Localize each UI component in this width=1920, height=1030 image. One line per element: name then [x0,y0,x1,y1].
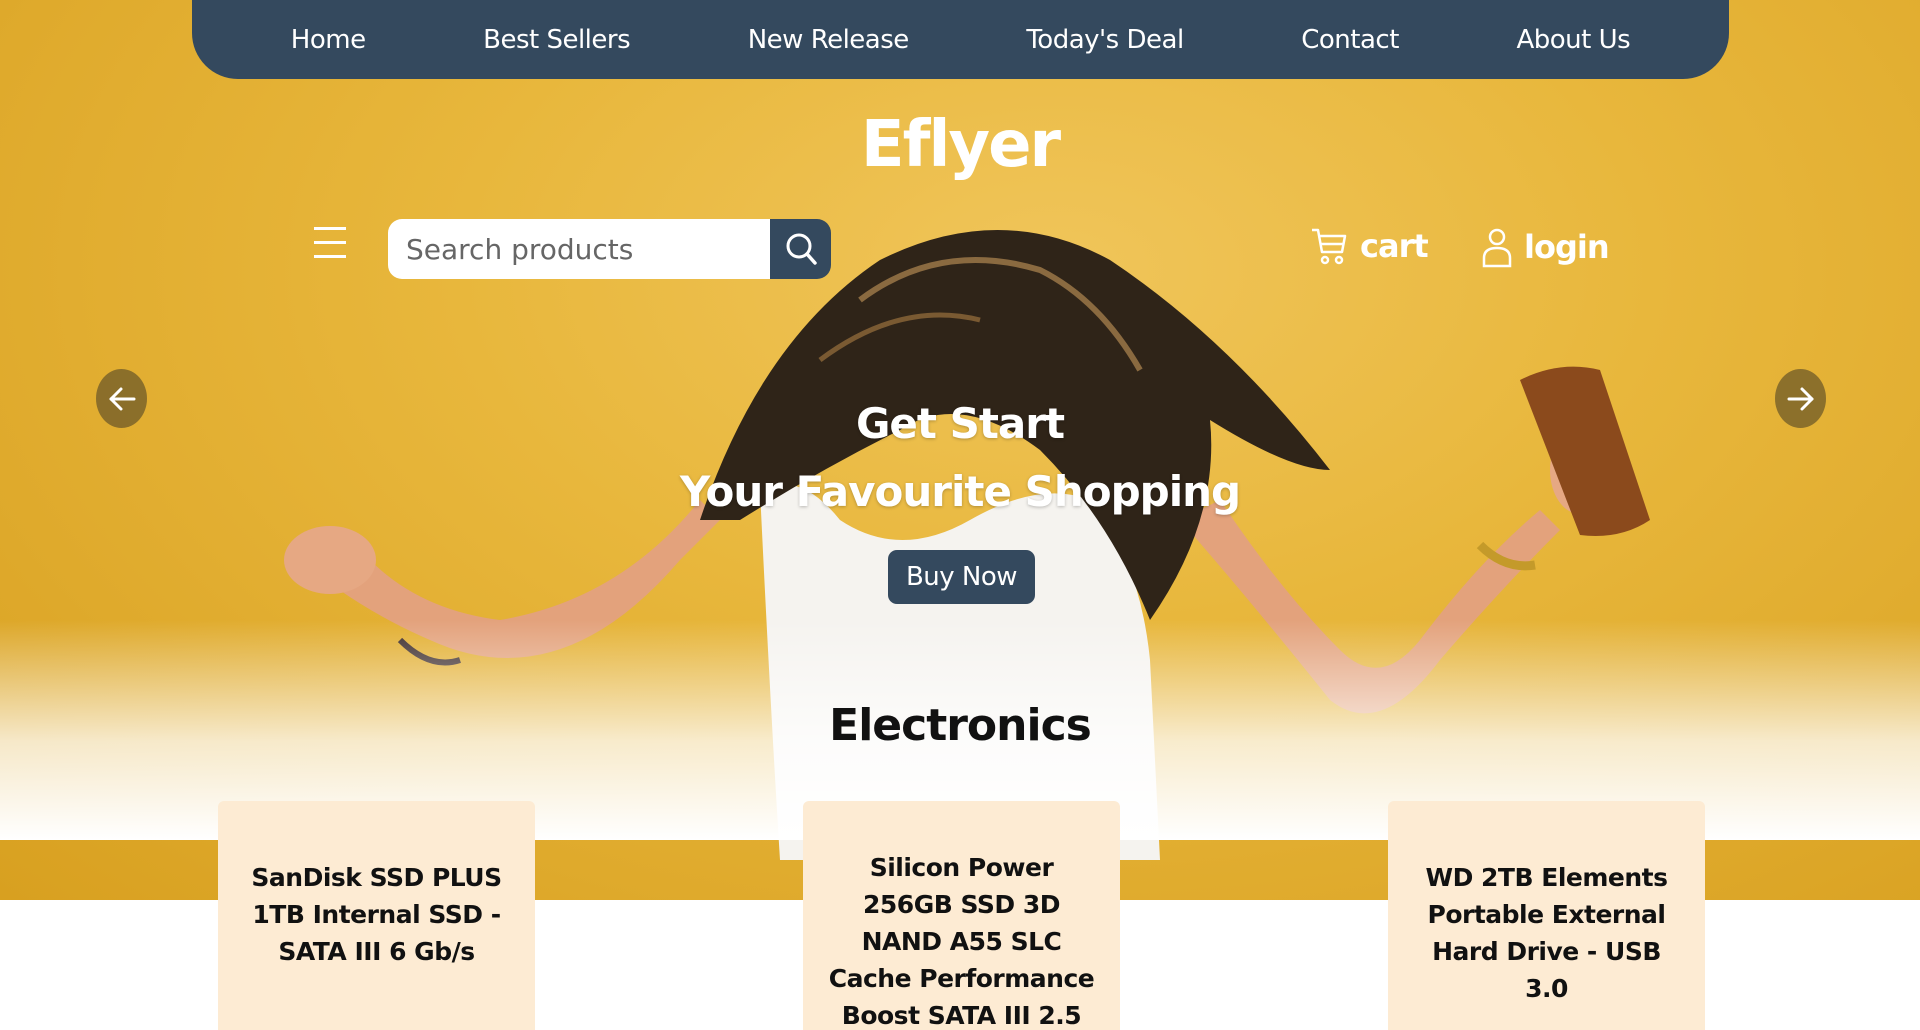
product-title: SanDisk SSD PLUS 1TB Internal SSD - SATA… [251,863,502,966]
hero-title-line1: Get Start [855,399,1065,448]
cart-label: cart [1360,227,1429,265]
search-button[interactable] [770,219,831,279]
buy-now-button[interactable]: Buy Now [888,550,1035,604]
user-icon [1482,228,1512,268]
search-input[interactable] [388,219,770,279]
hamburger-icon[interactable] [312,224,348,262]
cart-button[interactable]: cart [1310,226,1429,266]
main-navbar: Home Best Sellers New Release Today's De… [192,0,1729,79]
site-logo[interactable]: Eflyer [0,108,1920,182]
search-icon [786,233,817,265]
cart-icon [1312,228,1347,265]
product-card[interactable]: SanDisk SSD PLUS 1TB Internal SSD - SATA… [218,801,535,1030]
nav-new-release[interactable]: New Release [748,25,910,55]
login-label: login [1524,228,1610,266]
nav-todays-deal[interactable]: Today's Deal [1026,25,1184,55]
product-title: Silicon Power 256GB SSD 3D NAND A55 SLC … [828,853,1095,1030]
hero-title-line2: Your Favourite Shopping [679,467,1241,516]
search-bar [388,219,831,279]
section-title: Electronics [829,700,1092,751]
nav-contact[interactable]: Contact [1301,25,1399,55]
product-card[interactable]: Silicon Power 256GB SSD 3D NAND A55 SLC … [803,801,1120,1030]
product-card[interactable]: WD 2TB Elements Portable External Hard D… [1388,801,1705,1030]
hero-title: Get Start Your Favourite Shopping [0,390,1920,526]
nav-home[interactable]: Home [291,25,366,55]
product-title: WD 2TB Elements Portable External Hard D… [1425,863,1668,1003]
nav-about-us[interactable]: About Us [1516,25,1630,55]
nav-best-sellers[interactable]: Best Sellers [483,25,631,55]
login-button[interactable]: login [1482,226,1610,268]
page: Home Best Sellers New Release Today's De… [0,0,1920,1030]
